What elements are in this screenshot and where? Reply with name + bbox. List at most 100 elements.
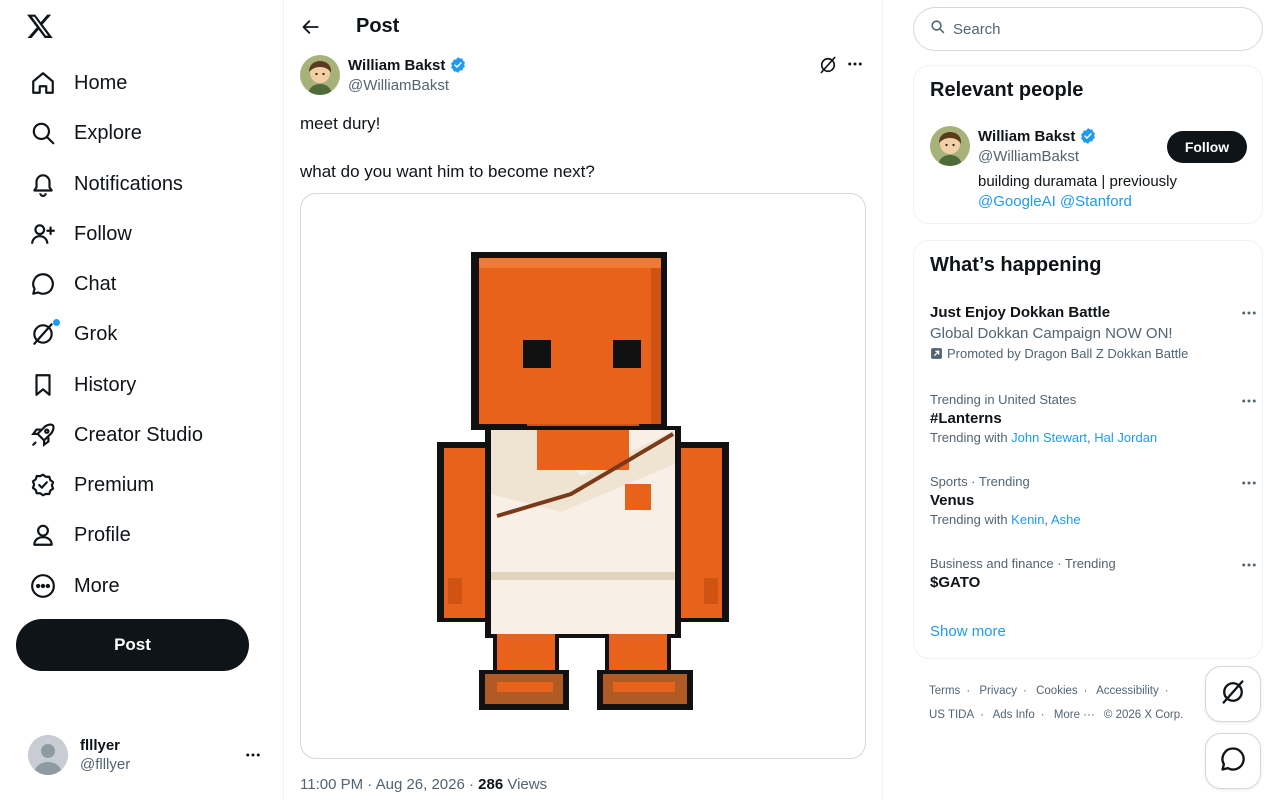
trend-related-link[interactable]: Hal Jordan	[1094, 430, 1157, 445]
promo-description: Global Dokkan Campaign NOW ON!	[930, 325, 1173, 342]
trend-title: #Lanterns	[930, 410, 1002, 427]
grok-float-button[interactable]	[1205, 666, 1261, 722]
nav-notifications[interactable]: Notifications	[20, 162, 193, 206]
trend-related-label: Trending with	[930, 430, 1012, 445]
promoted-trend[interactable]: Just Enjoy Dokkan Battle Global Dokkan C…	[930, 304, 1256, 361]
footer-link[interactable]: More ···	[1054, 709, 1095, 721]
more-horizontal-icon[interactable]	[1240, 474, 1260, 494]
grok-icon[interactable]	[818, 55, 840, 77]
nav-label: Grok	[74, 322, 118, 345]
page-title: Post	[356, 15, 400, 37]
trend-title: Venus	[930, 492, 975, 509]
verified-badge-icon	[1081, 128, 1096, 144]
nav-profile[interactable]: Profile	[20, 513, 141, 557]
views-count: 286	[478, 776, 504, 793]
promo-by: Promoted by Dragon Ball Z Dokkan Battle	[930, 346, 1250, 361]
trend-related-link[interactable]: John Stewart	[1011, 430, 1087, 445]
more-horizontal-icon[interactable]	[1240, 392, 1260, 412]
more-horizontal-icon[interactable]	[244, 746, 262, 769]
account-name: flllyer	[80, 737, 121, 754]
bio-text: building duramata | previously	[978, 173, 1178, 190]
footer-link[interactable]: Ads Info	[993, 709, 1035, 721]
bio-link-googleai[interactable]: @GoogleAI	[978, 193, 1056, 210]
account-switcher[interactable]: flllyer @flllyer	[16, 728, 276, 782]
nav-grok[interactable]: Grok	[20, 312, 127, 356]
trend-item[interactable]: Sports · Trending Venus Trending with Ke…	[930, 474, 1256, 527]
trend-related-link[interactable]: Kenin	[1011, 512, 1044, 527]
more-horizontal-icon[interactable]	[1240, 304, 1260, 324]
post-text-line: what do you want him to become next?	[300, 162, 595, 181]
nav-label: Creator Studio	[74, 423, 203, 446]
chat-icon	[30, 271, 56, 297]
post-timestamp[interactable]: 11:00 PM · Aug 26, 2026 ·	[300, 776, 478, 793]
rocket-icon	[30, 422, 56, 448]
views-label: Views	[503, 776, 548, 793]
trend-item[interactable]: Trending in United States #Lanterns Tren…	[930, 392, 1256, 445]
show-more-link[interactable]: Show more	[930, 623, 1006, 640]
card-title: Relevant people	[930, 79, 1084, 101]
account-handle: @flllyer	[80, 756, 131, 773]
author-handle[interactable]: @WilliamBakst	[348, 77, 449, 94]
nav-label: Notifications	[74, 172, 183, 195]
bio-link-stanford[interactable]: @Stanford	[1060, 193, 1132, 210]
nav-creator-studio[interactable]: Creator Studio	[20, 413, 213, 457]
promoted-icon	[931, 348, 942, 359]
footer-link[interactable]: Accessibility	[1096, 685, 1159, 697]
footer-link[interactable]: Privacy	[979, 685, 1017, 697]
author-avatar[interactable]	[300, 55, 340, 95]
search-icon	[30, 120, 56, 146]
nav-label: Home	[74, 71, 128, 94]
search-box[interactable]	[913, 7, 1263, 51]
trend-item[interactable]: Business and finance · Trending $GATO	[930, 556, 1256, 591]
trend-context: Trending in United States	[930, 392, 1077, 407]
avatar	[28, 735, 68, 775]
post-text: meet dury! what do you want him to becom…	[300, 112, 860, 184]
post-detail-column: Post William Bakst @WilliamBakst meet du…	[284, 0, 883, 800]
more-horizontal-icon[interactable]	[1240, 556, 1260, 576]
premium-icon	[30, 472, 56, 498]
nav-premium[interactable]: Premium	[20, 463, 164, 507]
messages-float-button[interactable]	[1205, 733, 1261, 789]
nav-more[interactable]: More	[20, 564, 130, 608]
relevant-people-card: Relevant people William Bakst @WilliamBa…	[913, 65, 1263, 224]
follow-button[interactable]: Follow	[1167, 131, 1247, 163]
search-input[interactable]	[953, 20, 1233, 38]
more-horizontal-icon[interactable]	[846, 55, 868, 77]
nav-label: Premium	[74, 473, 155, 496]
person-name-text: William Bakst	[978, 127, 1076, 145]
footer-link[interactable]: Terms	[929, 685, 960, 697]
grok-icon	[30, 319, 60, 347]
grok-icon	[1219, 678, 1247, 711]
trend-context: Business and finance · Trending	[930, 556, 1116, 571]
left-sidebar: Home Explore Notifications Follow Chat G…	[0, 0, 284, 800]
nav-history[interactable]: History	[20, 363, 146, 407]
back-arrow-icon[interactable]	[298, 14, 324, 40]
nav-label: Explore	[74, 121, 142, 144]
person-icon	[30, 522, 56, 548]
nav-home[interactable]: Home	[20, 61, 137, 105]
post-button[interactable]: Post	[16, 619, 249, 671]
footer-link[interactable]: Cookies	[1036, 685, 1078, 697]
bell-icon	[30, 171, 56, 197]
author-name-text: William Bakst	[348, 56, 446, 74]
footer-link[interactable]: US TIDA	[929, 709, 974, 721]
person-name[interactable]: William Bakst	[978, 127, 1097, 145]
person-handle[interactable]: @WilliamBakst	[978, 148, 1079, 165]
x-logo-icon[interactable]	[26, 12, 58, 44]
nav-follow[interactable]: Follow	[20, 212, 142, 256]
trend-context: Sports · Trending	[930, 474, 1030, 489]
trend-related-link[interactable]: Ashe	[1051, 512, 1081, 527]
nav-label: Follow	[74, 222, 132, 245]
pixel-character-image	[437, 252, 729, 710]
card-title: What’s happening	[930, 254, 1102, 276]
verified-badge-icon	[451, 57, 466, 73]
post-text-line: meet dury!	[300, 114, 381, 133]
copyright: © 2026 X Corp.	[1103, 709, 1184, 721]
person-avatar[interactable]	[930, 126, 970, 166]
author-name[interactable]: William Bakst	[348, 56, 467, 74]
nav-explore[interactable]: Explore	[20, 111, 152, 155]
search-icon	[930, 19, 945, 39]
person-add-icon	[30, 221, 56, 247]
nav-chat[interactable]: Chat	[20, 262, 126, 306]
post-image[interactable]	[300, 193, 866, 759]
